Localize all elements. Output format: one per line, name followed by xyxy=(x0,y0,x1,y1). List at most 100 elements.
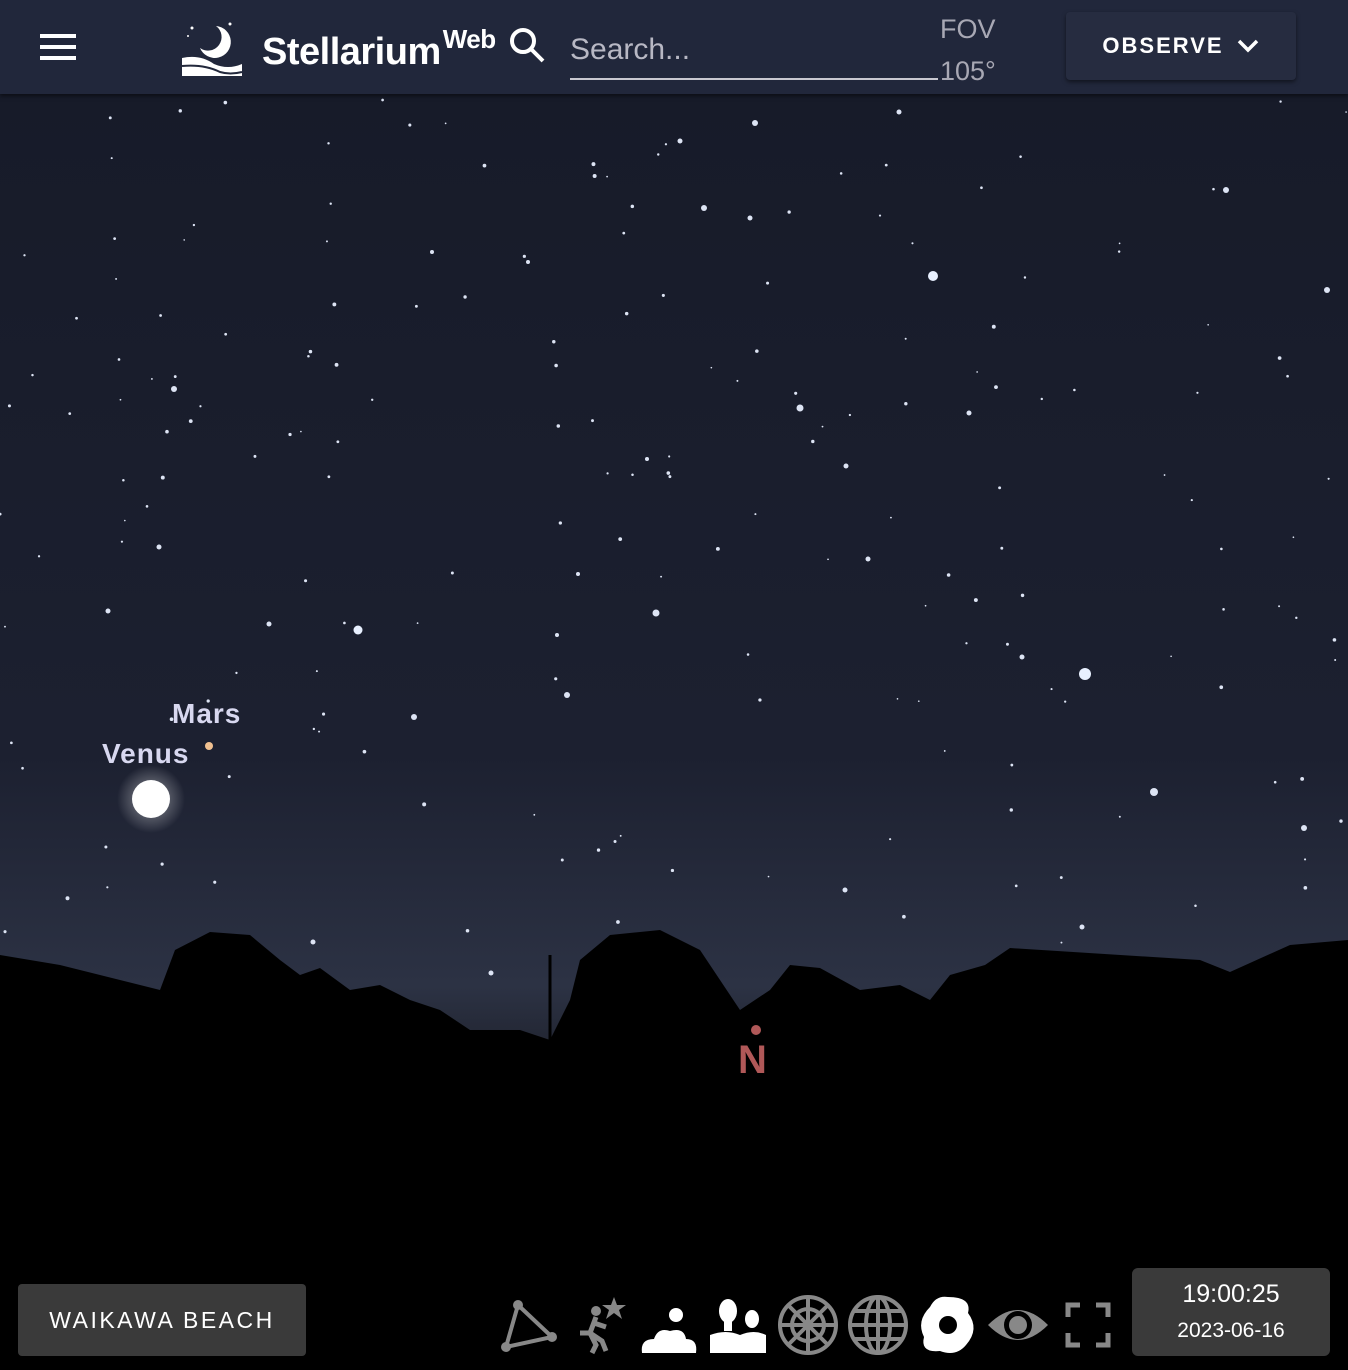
star[interactable] xyxy=(1222,608,1225,611)
star[interactable] xyxy=(794,391,798,395)
star[interactable] xyxy=(645,457,649,461)
star[interactable] xyxy=(943,750,946,752)
star[interactable] xyxy=(1023,276,1027,279)
landscape-icon[interactable] xyxy=(706,1293,770,1357)
star[interactable] xyxy=(156,544,162,550)
star[interactable] xyxy=(1000,546,1004,550)
star[interactable] xyxy=(31,373,34,377)
star[interactable] xyxy=(965,642,968,645)
star[interactable] xyxy=(150,377,153,380)
search-input[interactable] xyxy=(570,22,938,80)
star[interactable] xyxy=(554,677,558,681)
star[interactable] xyxy=(110,157,113,160)
star[interactable] xyxy=(307,355,310,358)
constellation-art-icon[interactable] xyxy=(566,1293,630,1357)
star[interactable] xyxy=(1220,547,1223,551)
mars-planet[interactable] xyxy=(205,742,213,750)
star[interactable] xyxy=(318,730,321,733)
constellation-lines-icon[interactable] xyxy=(496,1293,560,1357)
star[interactable] xyxy=(188,419,193,424)
star[interactable] xyxy=(878,214,882,217)
star[interactable] xyxy=(924,604,927,607)
star[interactable] xyxy=(408,123,412,127)
star[interactable] xyxy=(1301,825,1307,831)
star[interactable] xyxy=(928,271,938,281)
star[interactable] xyxy=(1303,858,1307,861)
star[interactable] xyxy=(1170,655,1172,658)
star[interactable] xyxy=(488,970,494,976)
star[interactable] xyxy=(746,653,750,656)
star[interactable] xyxy=(7,404,11,408)
star[interactable] xyxy=(1079,924,1085,930)
star[interactable] xyxy=(327,475,331,479)
star[interactable] xyxy=(715,546,720,551)
star[interactable] xyxy=(670,868,675,873)
star[interactable] xyxy=(755,349,759,353)
star[interactable] xyxy=(1190,499,1193,502)
star[interactable] xyxy=(904,402,908,406)
star[interactable] xyxy=(1196,391,1199,394)
star[interactable] xyxy=(119,398,122,401)
star[interactable] xyxy=(994,385,998,390)
star[interactable] xyxy=(199,405,202,408)
star[interactable] xyxy=(619,834,622,837)
star[interactable] xyxy=(371,398,374,401)
star[interactable] xyxy=(1019,654,1025,660)
star[interactable] xyxy=(1345,111,1347,113)
star[interactable] xyxy=(120,540,124,543)
star[interactable] xyxy=(991,324,996,329)
star[interactable] xyxy=(104,845,108,849)
star[interactable] xyxy=(842,887,848,893)
star[interactable] xyxy=(980,186,983,190)
star[interactable] xyxy=(1019,155,1022,158)
star[interactable] xyxy=(630,204,635,209)
star[interactable] xyxy=(1040,397,1044,401)
star[interactable] xyxy=(106,886,109,889)
star[interactable] xyxy=(192,223,196,227)
star[interactable] xyxy=(533,813,536,816)
star[interactable] xyxy=(998,486,1002,490)
star[interactable] xyxy=(973,598,978,603)
star[interactable] xyxy=(253,454,257,458)
star[interactable] xyxy=(23,254,26,257)
star[interactable] xyxy=(321,712,326,716)
star[interactable] xyxy=(701,205,707,211)
star[interactable] xyxy=(183,239,186,241)
star[interactable] xyxy=(1059,876,1063,880)
star[interactable] xyxy=(592,174,597,179)
star[interactable] xyxy=(1006,642,1009,646)
night-mode-icon[interactable] xyxy=(986,1293,1050,1357)
star[interactable] xyxy=(896,698,899,700)
search-icon[interactable] xyxy=(508,26,546,64)
star[interactable] xyxy=(848,413,852,417)
star[interactable] xyxy=(430,250,434,254)
star[interactable] xyxy=(1334,659,1337,662)
star[interactable] xyxy=(10,741,13,745)
star[interactable] xyxy=(606,472,609,475)
star[interactable] xyxy=(1295,616,1298,620)
star[interactable] xyxy=(796,404,804,412)
star[interactable] xyxy=(414,304,418,308)
star[interactable] xyxy=(596,848,601,852)
star[interactable] xyxy=(178,109,182,113)
star[interactable] xyxy=(917,700,920,702)
star[interactable] xyxy=(1073,388,1076,392)
star[interactable] xyxy=(946,573,951,577)
star[interactable] xyxy=(312,727,316,731)
star[interactable] xyxy=(911,242,914,245)
star[interactable] xyxy=(4,625,6,628)
star[interactable] xyxy=(1273,780,1277,784)
star[interactable] xyxy=(758,698,762,702)
star[interactable] xyxy=(173,375,177,378)
star[interactable] xyxy=(145,505,149,508)
star[interactable] xyxy=(661,293,665,297)
fullscreen-icon[interactable] xyxy=(1056,1293,1120,1357)
star[interactable] xyxy=(105,608,111,614)
star[interactable] xyxy=(411,714,417,720)
star[interactable] xyxy=(827,558,829,561)
star[interactable] xyxy=(288,432,292,437)
star[interactable] xyxy=(1020,593,1025,598)
star[interactable] xyxy=(843,463,849,469)
star[interactable] xyxy=(122,479,125,482)
datetime-button[interactable]: 19:00:25 2023-06-16 xyxy=(1132,1268,1330,1356)
